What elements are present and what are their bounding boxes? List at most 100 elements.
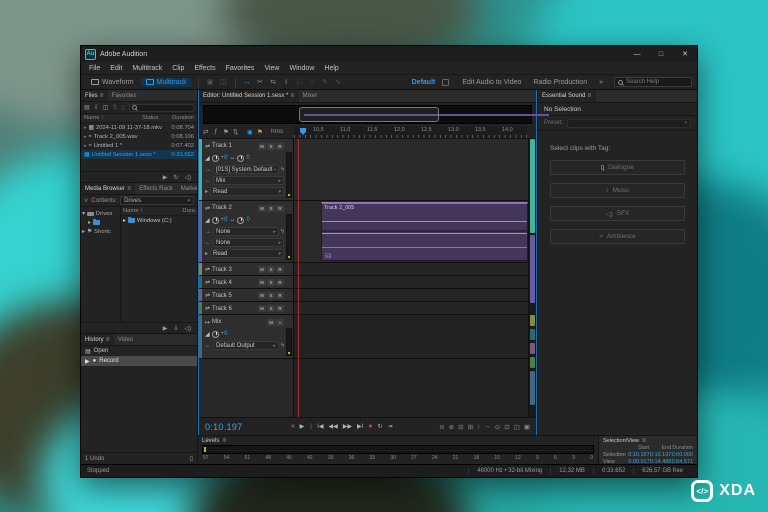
spot-heal-tool-icon[interactable]: ∿ [333,78,344,86]
tab-levels[interactable]: Levels [202,438,219,444]
marquee-tool-icon[interactable]: □ [294,79,305,86]
tab-essential-sound[interactable]: Essential Sound ≣ [538,90,596,102]
zoom-full-icon[interactable]: ▣ [524,423,530,431]
play-preview-icon[interactable]: ▶ [163,325,168,332]
files-column-headers[interactable]: Name ↑ Status Duration [81,114,197,123]
menu-window[interactable]: Window [284,65,319,72]
yellow-marker-icon[interactable]: ⚑ [257,128,263,136]
solo-button[interactable]: S [267,292,275,299]
arm-record-button[interactable]: R [276,142,284,150]
panel-menu-icon[interactable]: ≣ [587,93,591,99]
track-2-lane[interactable]: Track 2_005 dB [294,201,536,262]
fast-forward-button[interactable]: ▶▶ [343,423,352,430]
solo-button[interactable]: S [267,142,275,150]
clip-gain-handle[interactable]: dB [325,253,331,258]
tag-ambience-button[interactable]: ≈ Ambience [550,229,685,244]
track-input-dropdown[interactable]: None ▸ [213,227,279,236]
menu-effects[interactable]: Effects [189,65,220,72]
volume-value[interactable]: +0 [221,217,228,223]
auto-play-speaker-icon[interactable]: ◁) [184,174,191,181]
open-file-icon[interactable]: ▤ [84,104,90,111]
track-name[interactable]: Track 4 [212,280,232,286]
preset-dropdown[interactable]: ▾ [567,118,691,128]
volume-knob[interactable] [211,330,219,338]
audio-clip[interactable]: Track 2_005 dB [321,202,528,261]
volume-knob[interactable] [211,154,219,162]
import-file-icon[interactable]: ⇩ [94,104,99,111]
volume-envelope-line[interactable] [322,233,527,235]
files-search-input[interactable] [128,103,194,112]
track-2-header[interactable]: ⇌ Track 2 M S R ◢ +0 ↔ 0 → None ▸ ϟ ← No… [199,201,294,262]
import-into-session-icon[interactable]: ⇩ [173,325,178,332]
tag-sfx-button[interactable]: ◁) SFX [550,206,685,221]
workspace-edit-audio-to-video[interactable]: Edit Audio to Video [457,79,526,86]
tab-history[interactable]: History ≣ [81,334,114,345]
panel-menu-icon[interactable]: ≣ [642,438,646,444]
arm-record-button[interactable]: R [276,279,284,286]
playhead-line[interactable] [298,139,299,417]
zoom-vertical-icon[interactable]: ↕ [477,423,480,431]
expand-chevron-icon[interactable]: ▸ [84,143,87,149]
history-item-open[interactable]: ▤ Open [81,346,197,356]
chevron-right-icon[interactable]: ▸ [123,218,126,224]
mix-track-header[interactable]: ↦ Mix M ∩ ◢ +0 ← Default Output ▸ ϟ [199,315,294,358]
mix-output-dropdown[interactable]: Default Output ▸ [213,341,279,350]
tag-music-button[interactable]: ♪ Music [550,183,685,198]
panel-menu-icon[interactable]: ≣ [100,93,104,99]
track-height-icon[interactable]: ⇅ [233,128,238,136]
track-name[interactable]: Mix [212,319,221,325]
monitor-icon[interactable]: ∩ [276,318,284,326]
file-row[interactable]: ▸ ▦ 2024-11-09 11-37-18.mkv 0:08.704 [81,123,197,132]
track-5-header[interactable]: ⇌ Track 5 M S R [199,289,294,301]
menu-view[interactable]: View [259,65,284,72]
tab-media-browser[interactable]: Media Browser ≣ [81,183,136,194]
track-input-dropdown[interactable]: [01S] System Default - R▸ [213,165,279,174]
zoom-out-horizontal-icon[interactable]: ⊟ [458,423,463,431]
selection-end[interactable]: 0:10.197 [650,452,671,458]
play-button[interactable]: ▶ [300,423,305,430]
file-row-selected[interactable]: ▦ Untitled Session 1.sesx * 0:33.652 [81,150,197,159]
trash-icon[interactable]: ▯ [190,455,193,462]
menu-edit[interactable]: Edit [105,65,127,72]
move-tool-icon[interactable]: ↔ [242,79,253,86]
zoom-in-icon[interactable]: ⊕ [449,423,454,431]
panel-menu-icon[interactable]: ≣ [106,337,110,343]
menu-clip[interactable]: Clip [167,65,189,72]
marker-flag-icon[interactable]: ⚑ [223,128,229,136]
mute-button[interactable]: M [258,305,266,312]
media-tree[interactable]: ▾ Drives ▸ ▸ ⚑ Shortc [81,207,121,322]
file-row[interactable]: ▸ ≈ Track 2_005.wav 0:08.106 [81,132,197,141]
insert-multitrack-icon[interactable]: ⇅ [112,104,117,111]
track-6-lane[interactable] [294,302,536,314]
timeline-ruler[interactable]: 10,5 11,0 11,5 12,0 12,5 13,0 13,5 14,0 [294,126,527,138]
selection-start[interactable]: 0:10.197 [628,452,649,458]
tree-item-shortcuts[interactable]: ▸ ⚑ Shortc [82,227,119,236]
mute-button[interactable]: M [267,318,275,326]
monitor-input-icon[interactable]: ϟ [281,343,284,349]
global-fx-icon[interactable]: ƒ [214,128,218,135]
media-list-headers[interactable]: Name ↑ Dura [121,207,197,216]
track-name[interactable]: Track 1 [212,143,232,149]
filter-icon[interactable]: ⋎ [84,197,88,204]
tree-item-drives[interactable]: ▾ Drives [82,209,119,218]
lasso-tool-icon[interactable]: ○ [307,79,318,86]
mute-button[interactable]: M [258,279,266,286]
chevron-right-icon[interactable]: ▸ [205,250,208,257]
solo-button[interactable]: S [267,305,275,312]
automation-mode-dropdown[interactable]: Read ▾ [210,187,284,196]
automation-mode-dropdown[interactable]: Read ▾ [210,249,284,258]
zoom-out-icon[interactable]: ⊖ [439,423,444,431]
mute-button[interactable]: M [258,204,266,212]
close-button[interactable]: ✕ [673,46,697,62]
track-name[interactable]: Track 2 [212,205,232,211]
arm-record-button[interactable]: R [276,292,284,299]
export-icon[interactable]: ◫ [218,78,229,86]
extract-audio-icon[interactable]: ◫ [103,104,109,111]
play-preview-icon[interactable]: ▶ [163,174,168,181]
chevron-right-icon[interactable]: ▸ [88,220,91,226]
volume-value[interactable]: +0 [221,155,228,161]
visible-range-box[interactable] [299,107,439,122]
tab-editor[interactable]: Editor: Untitled Session 1.sesx * ≣ [199,90,299,102]
track-1-lane[interactable] [294,139,536,200]
pan-envelope-line[interactable] [322,246,527,248]
